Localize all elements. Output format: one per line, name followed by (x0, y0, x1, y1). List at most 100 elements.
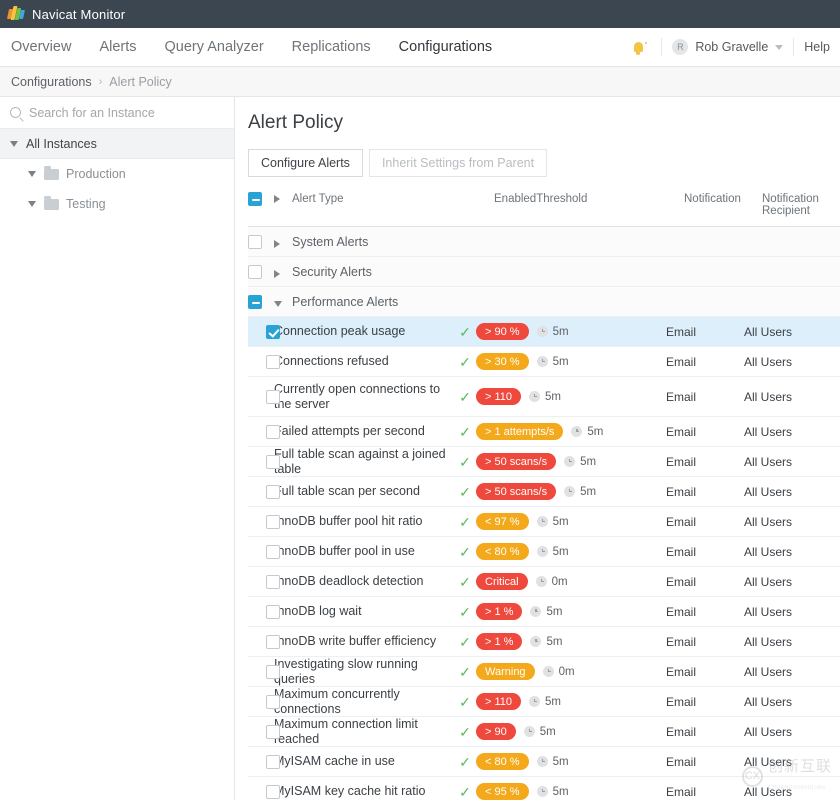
row-checkbox[interactable] (266, 635, 280, 649)
notification-recipient-cell: All Users (744, 725, 839, 739)
table-row[interactable]: Connection peak usage✓> 90 %5mEmailAll U… (248, 317, 840, 347)
alert-type-label: Maximum concurrently connections (274, 687, 454, 716)
table-row[interactable]: Maximum concurrently connections✓> 1105m… (248, 687, 840, 717)
chevron-down-icon[interactable] (28, 201, 36, 207)
row-checkbox[interactable] (266, 785, 280, 799)
help-link[interactable]: Help (804, 40, 830, 54)
table-row[interactable]: Failed attempts per second✓> 1 attempts/… (248, 417, 840, 447)
table-row[interactable]: Currently open connections to the server… (248, 377, 840, 417)
body-wrapper: All Instances Production Testing Alert P… (0, 97, 840, 800)
duration-group: 5m (537, 546, 569, 558)
threshold-badge: > 50 scans/s (476, 453, 556, 470)
table-row[interactable]: Full table scan per second✓> 50 scans/s5… (248, 477, 840, 507)
column-header-recipient-line2: Recipient (762, 205, 840, 217)
notification-cell: Email (666, 635, 744, 649)
tab-inherit-settings-from-parent: Inherit Settings from Parent (369, 149, 547, 177)
search-row (0, 97, 234, 129)
header-select-all-cell (248, 191, 274, 206)
watermark-cn: 创新互联 (768, 758, 832, 775)
row-checkbox[interactable] (266, 575, 280, 589)
notification-cell: Email (666, 355, 744, 369)
nav-item-configurations[interactable]: Configurations (385, 28, 507, 66)
sidebar-item-all-instances[interactable]: All Instances (0, 129, 234, 159)
notification-cell: Email (666, 785, 744, 799)
divider (661, 38, 662, 56)
row-checkbox[interactable] (266, 725, 280, 739)
watermark-mark: CX (742, 766, 763, 787)
chevron-down-icon[interactable] (10, 141, 18, 147)
row-checkbox[interactable] (266, 545, 280, 559)
notification-cell: Email (666, 575, 744, 589)
chevron-down-icon[interactable] (274, 301, 282, 307)
table-row-group-security-alerts[interactable]: Security Alerts (248, 257, 840, 287)
table-row[interactable]: InnoDB log wait✓> 1 %5mEmailAll Users (248, 597, 840, 627)
nav-item-alerts[interactable]: Alerts (85, 28, 150, 66)
tab-configure-alerts[interactable]: Configure Alerts (248, 149, 363, 177)
enabled-status-cell: ✓ (454, 575, 476, 589)
threshold-cell: Critical0m (476, 573, 666, 590)
check-icon: ✓ (459, 425, 471, 439)
alert-type-label: MyISAM key cache hit ratio (274, 784, 454, 799)
row-checkbox[interactable] (248, 265, 262, 279)
row-checkbox[interactable] (266, 515, 280, 529)
row-checkbox-cell (248, 754, 274, 769)
row-checkbox[interactable] (266, 455, 280, 469)
user-name[interactable]: Rob Gravelle (695, 40, 768, 54)
row-checkbox[interactable] (266, 605, 280, 619)
notification-cell: Email (666, 325, 744, 339)
row-checkbox[interactable] (266, 755, 280, 769)
table-row[interactable]: Maximum connection limit reached✓> 905mE… (248, 717, 840, 747)
row-checkbox[interactable] (266, 695, 280, 709)
threshold-badge: > 90 (476, 723, 516, 740)
row-checkbox[interactable] (266, 425, 280, 439)
clock-icon (537, 546, 548, 557)
table-row-group-system-alerts[interactable]: System Alerts (248, 227, 840, 257)
alert-type-label: InnoDB log wait (274, 604, 454, 619)
table-row[interactable]: InnoDB write buffer efficiency✓> 1 %5mEm… (248, 627, 840, 657)
chevron-right-icon[interactable] (274, 195, 280, 203)
clock-icon (537, 756, 548, 767)
table-row-group-performance-alerts[interactable]: Performance Alerts (248, 287, 840, 317)
table-row[interactable]: Connections refused✓> 30 %5mEmailAll Use… (248, 347, 840, 377)
enabled-status-cell: ✓ (454, 485, 476, 499)
duration-group: 5m (571, 426, 603, 438)
nav-item-overview[interactable]: Overview (11, 28, 85, 66)
row-checkbox[interactable] (266, 325, 280, 339)
threshold-cell: > 50 scans/s5m (476, 483, 666, 500)
search-input[interactable] (29, 106, 219, 120)
chevron-down-icon[interactable] (775, 45, 783, 50)
sidebar-item-production[interactable]: Production (0, 159, 234, 189)
enabled-status-cell: ✓ (454, 425, 476, 439)
chevron-down-icon[interactable] (28, 171, 36, 177)
table-row[interactable]: Full table scan against a joined table✓>… (248, 447, 840, 477)
table-row[interactable]: InnoDB deadlock detection✓Critical0mEmai… (248, 567, 840, 597)
row-checkbox-cell (248, 234, 274, 249)
search-icon (10, 107, 21, 118)
row-checkbox[interactable] (248, 235, 262, 249)
duration-group: 5m (537, 326, 569, 338)
notification-bell-icon[interactable] (625, 42, 651, 52)
sidebar-item-testing[interactable]: Testing (0, 189, 234, 219)
row-checkbox[interactable] (248, 295, 262, 309)
table-row[interactable]: InnoDB buffer pool in use✓< 80 %5mEmailA… (248, 537, 840, 567)
notification-cell: Email (666, 515, 744, 529)
breadcrumb-parent[interactable]: Configurations (11, 75, 92, 89)
chevron-right-icon[interactable] (274, 240, 280, 248)
row-checkbox[interactable] (266, 665, 280, 679)
table-row[interactable]: Investigating slow running queries✓Warni… (248, 657, 840, 687)
table-row[interactable]: InnoDB buffer pool hit ratio✓< 97 %5mEma… (248, 507, 840, 537)
threshold-cell: < 80 %5m (476, 543, 666, 560)
duration-text: 5m (546, 636, 562, 648)
row-checkbox[interactable] (266, 390, 280, 404)
nav-item-replications[interactable]: Replications (278, 28, 385, 66)
duration-text: 5m (553, 356, 569, 368)
nav-item-query-analyzer[interactable]: Query Analyzer (151, 28, 278, 66)
alert-type-label: Connection peak usage (274, 324, 454, 339)
threshold-badge: > 50 scans/s (476, 483, 556, 500)
divider (793, 38, 794, 56)
select-all-checkbox[interactable] (248, 192, 262, 206)
row-checkbox[interactable] (266, 485, 280, 499)
row-checkbox[interactable] (266, 355, 280, 369)
chevron-right-icon[interactable] (274, 270, 280, 278)
row-checkbox-cell (248, 664, 274, 679)
